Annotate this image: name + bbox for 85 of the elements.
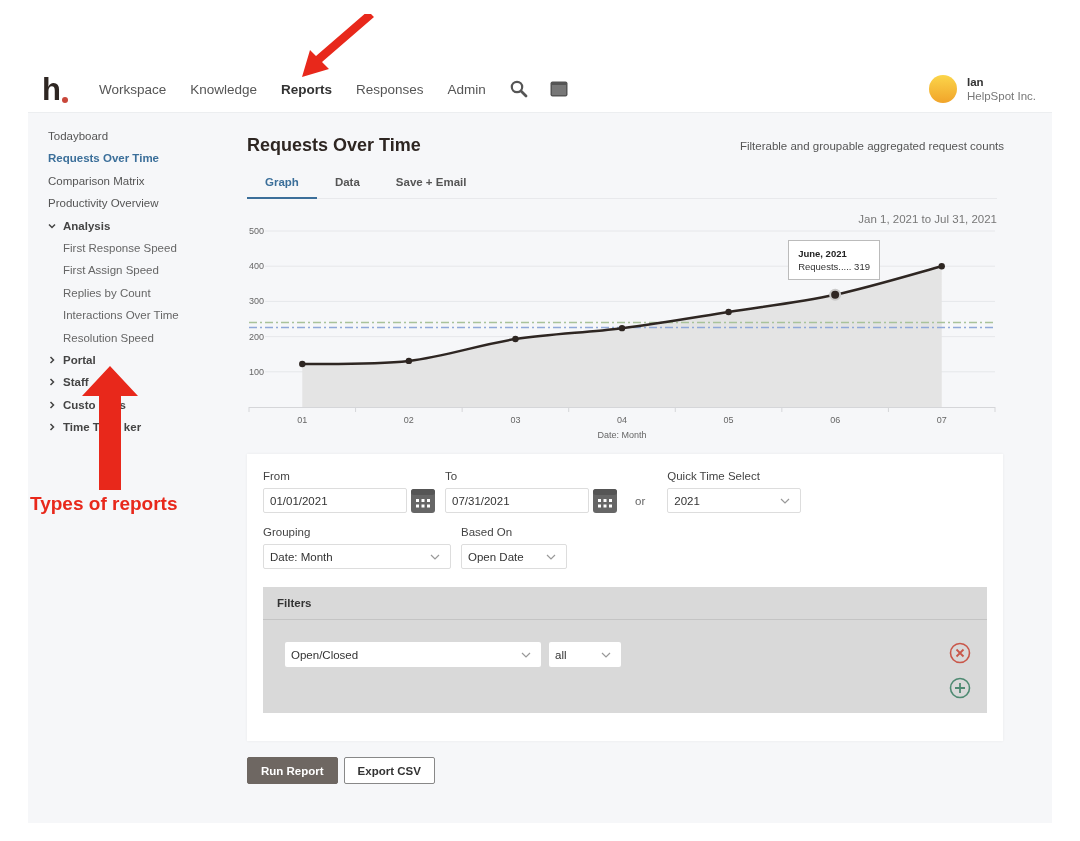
page-subtitle: Filterable and groupable aggregated request counts	[739, 139, 1004, 152]
sidebar-group[interactable]: Custo	[63, 398, 96, 411]
tab[interactable]: Graph	[247, 170, 317, 199]
y-tick-label: 100	[249, 366, 265, 377]
x-tick-label: 05	[723, 415, 734, 425]
x-tick-label: 02	[403, 415, 414, 425]
nav-link[interactable]: Admin	[447, 81, 486, 97]
data-point	[725, 308, 732, 316]
user-name: Ian	[966, 75, 985, 89]
chevron-right-icon[interactable]	[48, 378, 56, 387]
y-tick-label: 500	[249, 227, 265, 236]
sidebar-group[interactable]: Staff	[63, 376, 89, 389]
x-tick-label: 04	[617, 415, 627, 425]
nav-link[interactable]: Workspace	[98, 81, 167, 97]
sidebar-group-tail[interactable]: ker	[123, 421, 142, 434]
data-point	[938, 263, 945, 270]
field-label: Quick Time Select	[667, 470, 761, 482]
chevron-down-icon	[546, 553, 556, 560]
date-field[interactable]: 01/01/2021	[263, 488, 407, 513]
data-point	[299, 360, 306, 368]
filters-heading: Filters	[263, 587, 987, 620]
x-tick-label: 01	[297, 415, 308, 425]
or-label: or	[635, 495, 646, 507]
sidebar-group[interactable]: Time T	[63, 421, 100, 434]
sidebar-item[interactable]: Todayboard	[48, 125, 247, 148]
field-label: Based On	[461, 526, 514, 538]
dropdown[interactable]: Open/Closed	[285, 642, 541, 667]
sidebar-item[interactable]: Replies by Count	[48, 281, 247, 305]
sidebar-item[interactable]: Requests Over Time	[48, 147, 247, 170]
y-tick-label: 300	[249, 296, 265, 307]
x-tick-label: 03	[510, 415, 521, 425]
chevron-down-icon	[430, 553, 440, 560]
dropdown[interactable]: Date: Month	[263, 544, 451, 569]
annotation-label: Types of reports	[30, 493, 178, 515]
field-label: From	[263, 470, 291, 482]
page-title: Requests Over Time	[247, 135, 421, 156]
y-tick-label: 200	[249, 331, 265, 342]
dropdown[interactable]: all	[549, 642, 621, 667]
nav-link[interactable]: Reports	[281, 81, 333, 97]
tab[interactable]: Data	[316, 170, 378, 198]
field-label: Grouping	[263, 526, 312, 538]
sidebar-item[interactable]: Interactions Over Time	[48, 304, 247, 327]
remove-icon[interactable]	[949, 642, 971, 664]
sidebar-group[interactable]: Portal	[63, 354, 96, 367]
x-tick-label: 07	[936, 415, 947, 425]
tooltip-title: June, 2021	[798, 246, 848, 260]
calendar-icon[interactable]	[593, 488, 617, 513]
logo: h	[42, 73, 69, 105]
sidebar-group[interactable]: Analysis	[63, 219, 111, 232]
date-range: Jan 1, 2021 to Jul 31, 2021	[858, 213, 997, 225]
sidebar-item[interactable]: Resolution Speed	[48, 326, 247, 349]
x-tick-label: 06	[830, 415, 841, 425]
y-tick-label: 400	[249, 261, 265, 272]
chevron-down-icon[interactable]	[48, 221, 56, 230]
add-icon[interactable]	[949, 677, 971, 699]
x-axis-title: Date: Month	[597, 430, 647, 440]
sidebar-item[interactable]: First Assign Speed	[48, 259, 247, 282]
company-name: HelpSpot Inc.	[966, 89, 1036, 103]
data-point	[618, 324, 626, 332]
chevron-down-icon	[780, 497, 791, 504]
tab[interactable]: Save + Email	[377, 170, 485, 198]
sidebar-item[interactable]: First Response Speed	[48, 236, 247, 260]
export-button[interactable]: Export CSV	[343, 757, 435, 784]
highlighted-point	[829, 288, 842, 301]
sidebar-item[interactable]: Productivity Overview	[48, 192, 247, 215]
sidebar-item[interactable]: Comparison Matrix	[48, 169, 247, 193]
data-point	[512, 335, 519, 343]
chevron-right-icon[interactable]	[48, 356, 56, 365]
window-icon[interactable]	[549, 81, 568, 97]
chevron-right-icon[interactable]	[48, 400, 56, 409]
search-icon[interactable]	[509, 80, 528, 98]
dropdown[interactable]: 2021	[667, 488, 802, 513]
data-point	[405, 357, 413, 365]
calendar-icon[interactable]	[411, 488, 435, 513]
field-label: To	[445, 470, 459, 482]
chevron-down-icon	[521, 651, 531, 658]
date-field[interactable]: 07/31/2021	[445, 488, 589, 513]
chevron-down-icon	[601, 651, 611, 658]
dropdown[interactable]: Open Date	[461, 544, 567, 569]
chevron-right-icon[interactable]	[48, 423, 56, 432]
arrow-icon	[302, 14, 377, 79]
run-button[interactable]: Run Report	[247, 757, 338, 784]
tooltip-text: Requests..... 319	[798, 259, 870, 273]
nav-link[interactable]: Responses	[356, 81, 424, 97]
nav-link[interactable]: Knowledge	[190, 81, 258, 97]
